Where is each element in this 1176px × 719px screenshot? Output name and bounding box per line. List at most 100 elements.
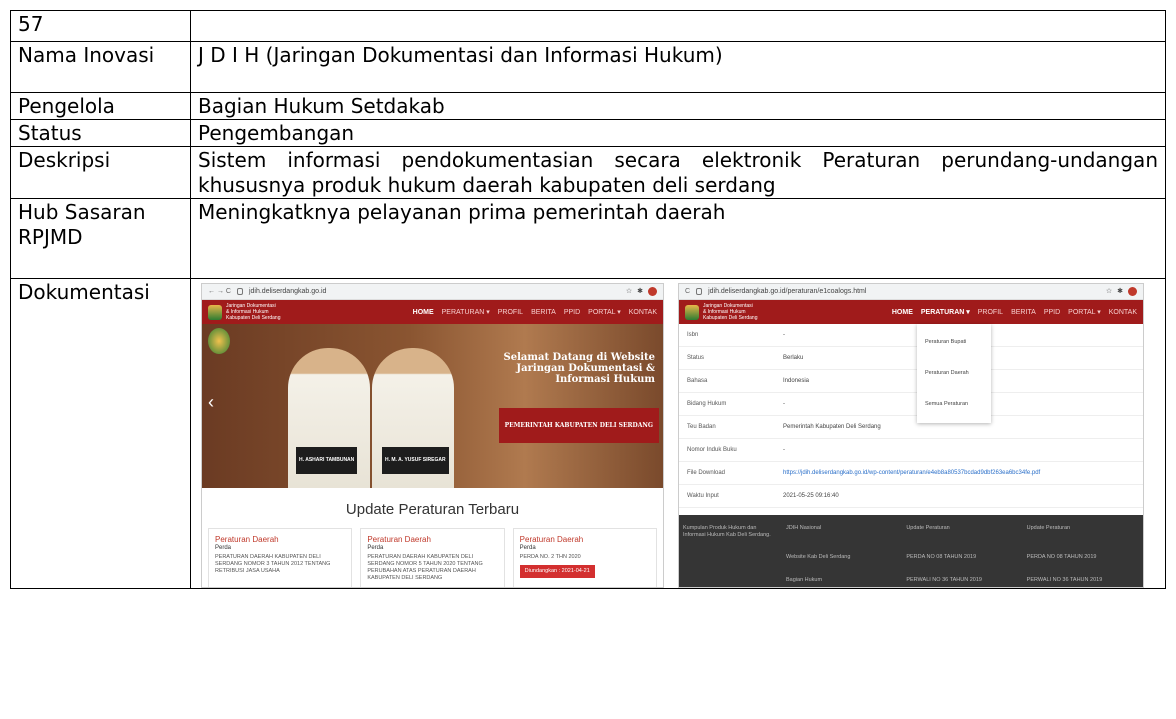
- site-navbar: Jaringan Dokumentasi & Informasi Hukum Kab…: [202, 300, 663, 324]
- promulgation-badge: Diundangkan : 2021-04-21: [519, 565, 595, 578]
- nav-home: HOME: [891, 308, 913, 316]
- card-title: Peraturan Daerah: [215, 535, 279, 544]
- info-value: -: [783, 446, 785, 453]
- number-cell: 57: [10, 10, 191, 42]
- nav-portal: PORTAL ▾: [588, 308, 621, 316]
- hero-banner: ‹ H. ASHARI TAMBUNAN H. M. A. YUSUF SIRE…: [202, 324, 663, 488]
- info-key: Bidang Hukum: [687, 400, 727, 407]
- regulation-info: Isbn - Status Berlaku Bahasa Indonesia Bida…: [679, 324, 1143, 508]
- lock-icon: [236, 288, 243, 295]
- nav-kontak: KONTAK: [628, 308, 657, 316]
- info-key: Teu Badan: [687, 423, 716, 430]
- reload-icon: C: [685, 287, 691, 295]
- reload-icon: ← → C: [208, 287, 231, 295]
- emblem-icon: [685, 304, 699, 320]
- innovation-table: 57 Nama Inovasi J D I H (Jaringan Dokume…: [10, 10, 1166, 589]
- status-value: Pengembangan: [190, 119, 1166, 147]
- footer-link: PERWALI NO 36 TAHUN 2019: [906, 576, 982, 583]
- nav-berita: BERITA: [531, 308, 556, 316]
- description-value: Sistem informasi pendokumentasian secara…: [190, 146, 1166, 199]
- nav-peraturan: PERATURAN ▾: [441, 308, 490, 316]
- info-key: Bahasa: [687, 377, 708, 384]
- info-value: 2021-05-25 09:16:40: [783, 492, 839, 499]
- info-key: Isbn: [687, 331, 699, 338]
- site-logo: Jaringan Dokumentasi & Informasi Hukum Kab…: [208, 303, 281, 321]
- footer-link: PERDA NO 08 TAHUN 2019: [1026, 554, 1097, 561]
- extension-icon: ✱: [1117, 287, 1123, 295]
- info-row: File Download https://jdih.deliserdangkab…: [679, 462, 1143, 485]
- name-label: Nama Inovasi: [10, 41, 191, 93]
- info-value: Berlaku: [783, 354, 804, 361]
- site-logo: Jaringan Dokumentasi & Informasi Hukum Kab…: [685, 303, 758, 321]
- info-key: Status: [687, 354, 705, 361]
- caption-regent: H. ASHARI TAMBUNAN: [296, 447, 358, 474]
- peraturan-dropdown: Peraturan Bupati Peraturan Daerah Semua …: [917, 324, 991, 423]
- url-text: jdih.deliserdangkab.go.id: [248, 287, 327, 295]
- card-kind: Perda: [519, 545, 536, 551]
- name-value: J D I H (Jaringan Dokumentasi dan Inform…: [190, 41, 1166, 93]
- footer-link: Update Peraturan: [1026, 525, 1071, 531]
- info-row: Nomor Induk Buku -: [679, 439, 1143, 462]
- manager-value: Bagian Hukum Setdakab: [190, 92, 1166, 120]
- card-kind: Perda: [215, 545, 232, 551]
- info-value: Pemerintah Kabupaten Deli Serdang: [783, 423, 881, 430]
- info-row: Bidang Hukum -: [679, 393, 1143, 416]
- dropdown-item: Peraturan Bupati: [925, 339, 967, 345]
- extension-icon: ✱: [637, 287, 643, 295]
- regulation-card: Peraturan Daerah Perda PERDA NO. 2 THN 2…: [512, 528, 657, 587]
- profile-avatar: [648, 287, 657, 296]
- dropdown-item: Peraturan Daerah: [925, 370, 969, 376]
- documentation-label: Dokumentasi: [10, 278, 191, 589]
- card-text: PERDA NO. 2 THN 2020: [519, 554, 581, 560]
- dropdown-item: Semua Peraturan: [925, 401, 969, 407]
- government-banner: PEMERINTAH KABUPATEN DELI SERDANG: [498, 408, 659, 443]
- download-link: https://jdih.deliserdangkab.go.id/wp-con…: [783, 469, 1041, 476]
- info-row: Teu Badan Pemerintah Kabupaten Deli Serda…: [679, 416, 1143, 439]
- nav-profil: PROFIL: [497, 308, 524, 316]
- profile-avatar: [1128, 287, 1137, 296]
- card-title: Peraturan Daerah: [367, 535, 431, 544]
- info-value: -: [783, 400, 785, 407]
- nav-portal: PORTAL ▾: [1068, 308, 1101, 316]
- footer-text: Kumpulan Produk Hukum dan Informasi Huku…: [683, 525, 771, 538]
- footer-link: JDIH Nasional: [786, 525, 822, 531]
- nav-ppid: PPID: [1043, 308, 1061, 316]
- logo-line3: Kabupaten Deli Serdang: [703, 315, 758, 321]
- footer-text: [683, 554, 778, 564]
- status-label: Status: [10, 119, 191, 147]
- description-label: Deskripsi: [10, 146, 191, 199]
- card-text: PERATURAN DAERAH KABUPATEN DELI SERDANG …: [215, 554, 331, 574]
- info-key: File Download: [687, 469, 726, 476]
- site-footer: Kumpulan Produk Hukum dan Informasi Huku…: [679, 515, 1143, 587]
- logo-line3: Kabupaten Deli Serdang: [226, 315, 281, 321]
- nav-kontak: KONTAK: [1108, 308, 1137, 316]
- regulation-detail-screenshot: C jdih.deliserdangkab.go.id/peraturan/e1…: [678, 283, 1144, 588]
- target-value: Meningkatknya pelayanan prima pemerintah…: [190, 198, 1166, 279]
- info-value: -: [783, 331, 785, 338]
- nav-links: HOME PERATURAN ▾ PROFIL BERITA PPID PORT…: [892, 300, 1137, 325]
- caption-vice-regent: H. M. A. YUSUF SIREGAR: [382, 447, 449, 474]
- nav-ppid: PPID: [563, 308, 581, 316]
- footer-link: Update Peraturan: [906, 525, 950, 531]
- manager-label: Pengelola: [10, 92, 191, 120]
- footer-link: PERWALI NO 36 TAHUN 2019: [1026, 576, 1103, 583]
- browser-address-bar: C jdih.deliserdangkab.go.id/peraturan/e1…: [679, 284, 1143, 300]
- target-label: Hub Sasaran RPJMD: [10, 198, 191, 279]
- info-row: Isbn -: [679, 324, 1143, 347]
- footer-link: PERDA NO 08 TAHUN 2019: [906, 554, 977, 561]
- info-key: Waktu Input: [687, 492, 719, 499]
- emblem-icon: [208, 304, 222, 320]
- info-row: Waktu Input 2021-05-25 09:16:40: [679, 485, 1143, 508]
- footer-link: Website Kab Deli Serdang: [786, 554, 851, 561]
- regulation-card: Peraturan Daerah Perda PERATURAN DAERAH …: [360, 528, 505, 587]
- number-value-cell: [190, 10, 1166, 42]
- regulation-card: Peraturan Daerah Perda PERATURAN DAERAH …: [208, 528, 353, 587]
- nav-profil: PROFIL: [977, 308, 1004, 316]
- info-row: Status Berlaku: [679, 347, 1143, 370]
- browser-address-bar: ← → C jdih.deliserdangkab.go.id ☆ ✱: [202, 284, 663, 300]
- chevron-left-icon: ‹: [208, 392, 214, 412]
- nav-home: HOME: [412, 308, 434, 316]
- card-text: PERATURAN DAERAH KABUPATEN DELI SERDANG …: [367, 554, 483, 581]
- documentation-screenshots: ← → C jdih.deliserdangkab.go.id ☆ ✱ Jarin…: [190, 278, 1166, 589]
- regulation-cards: Peraturan Daerah Perda PERATURAN DAERAH …: [202, 522, 663, 587]
